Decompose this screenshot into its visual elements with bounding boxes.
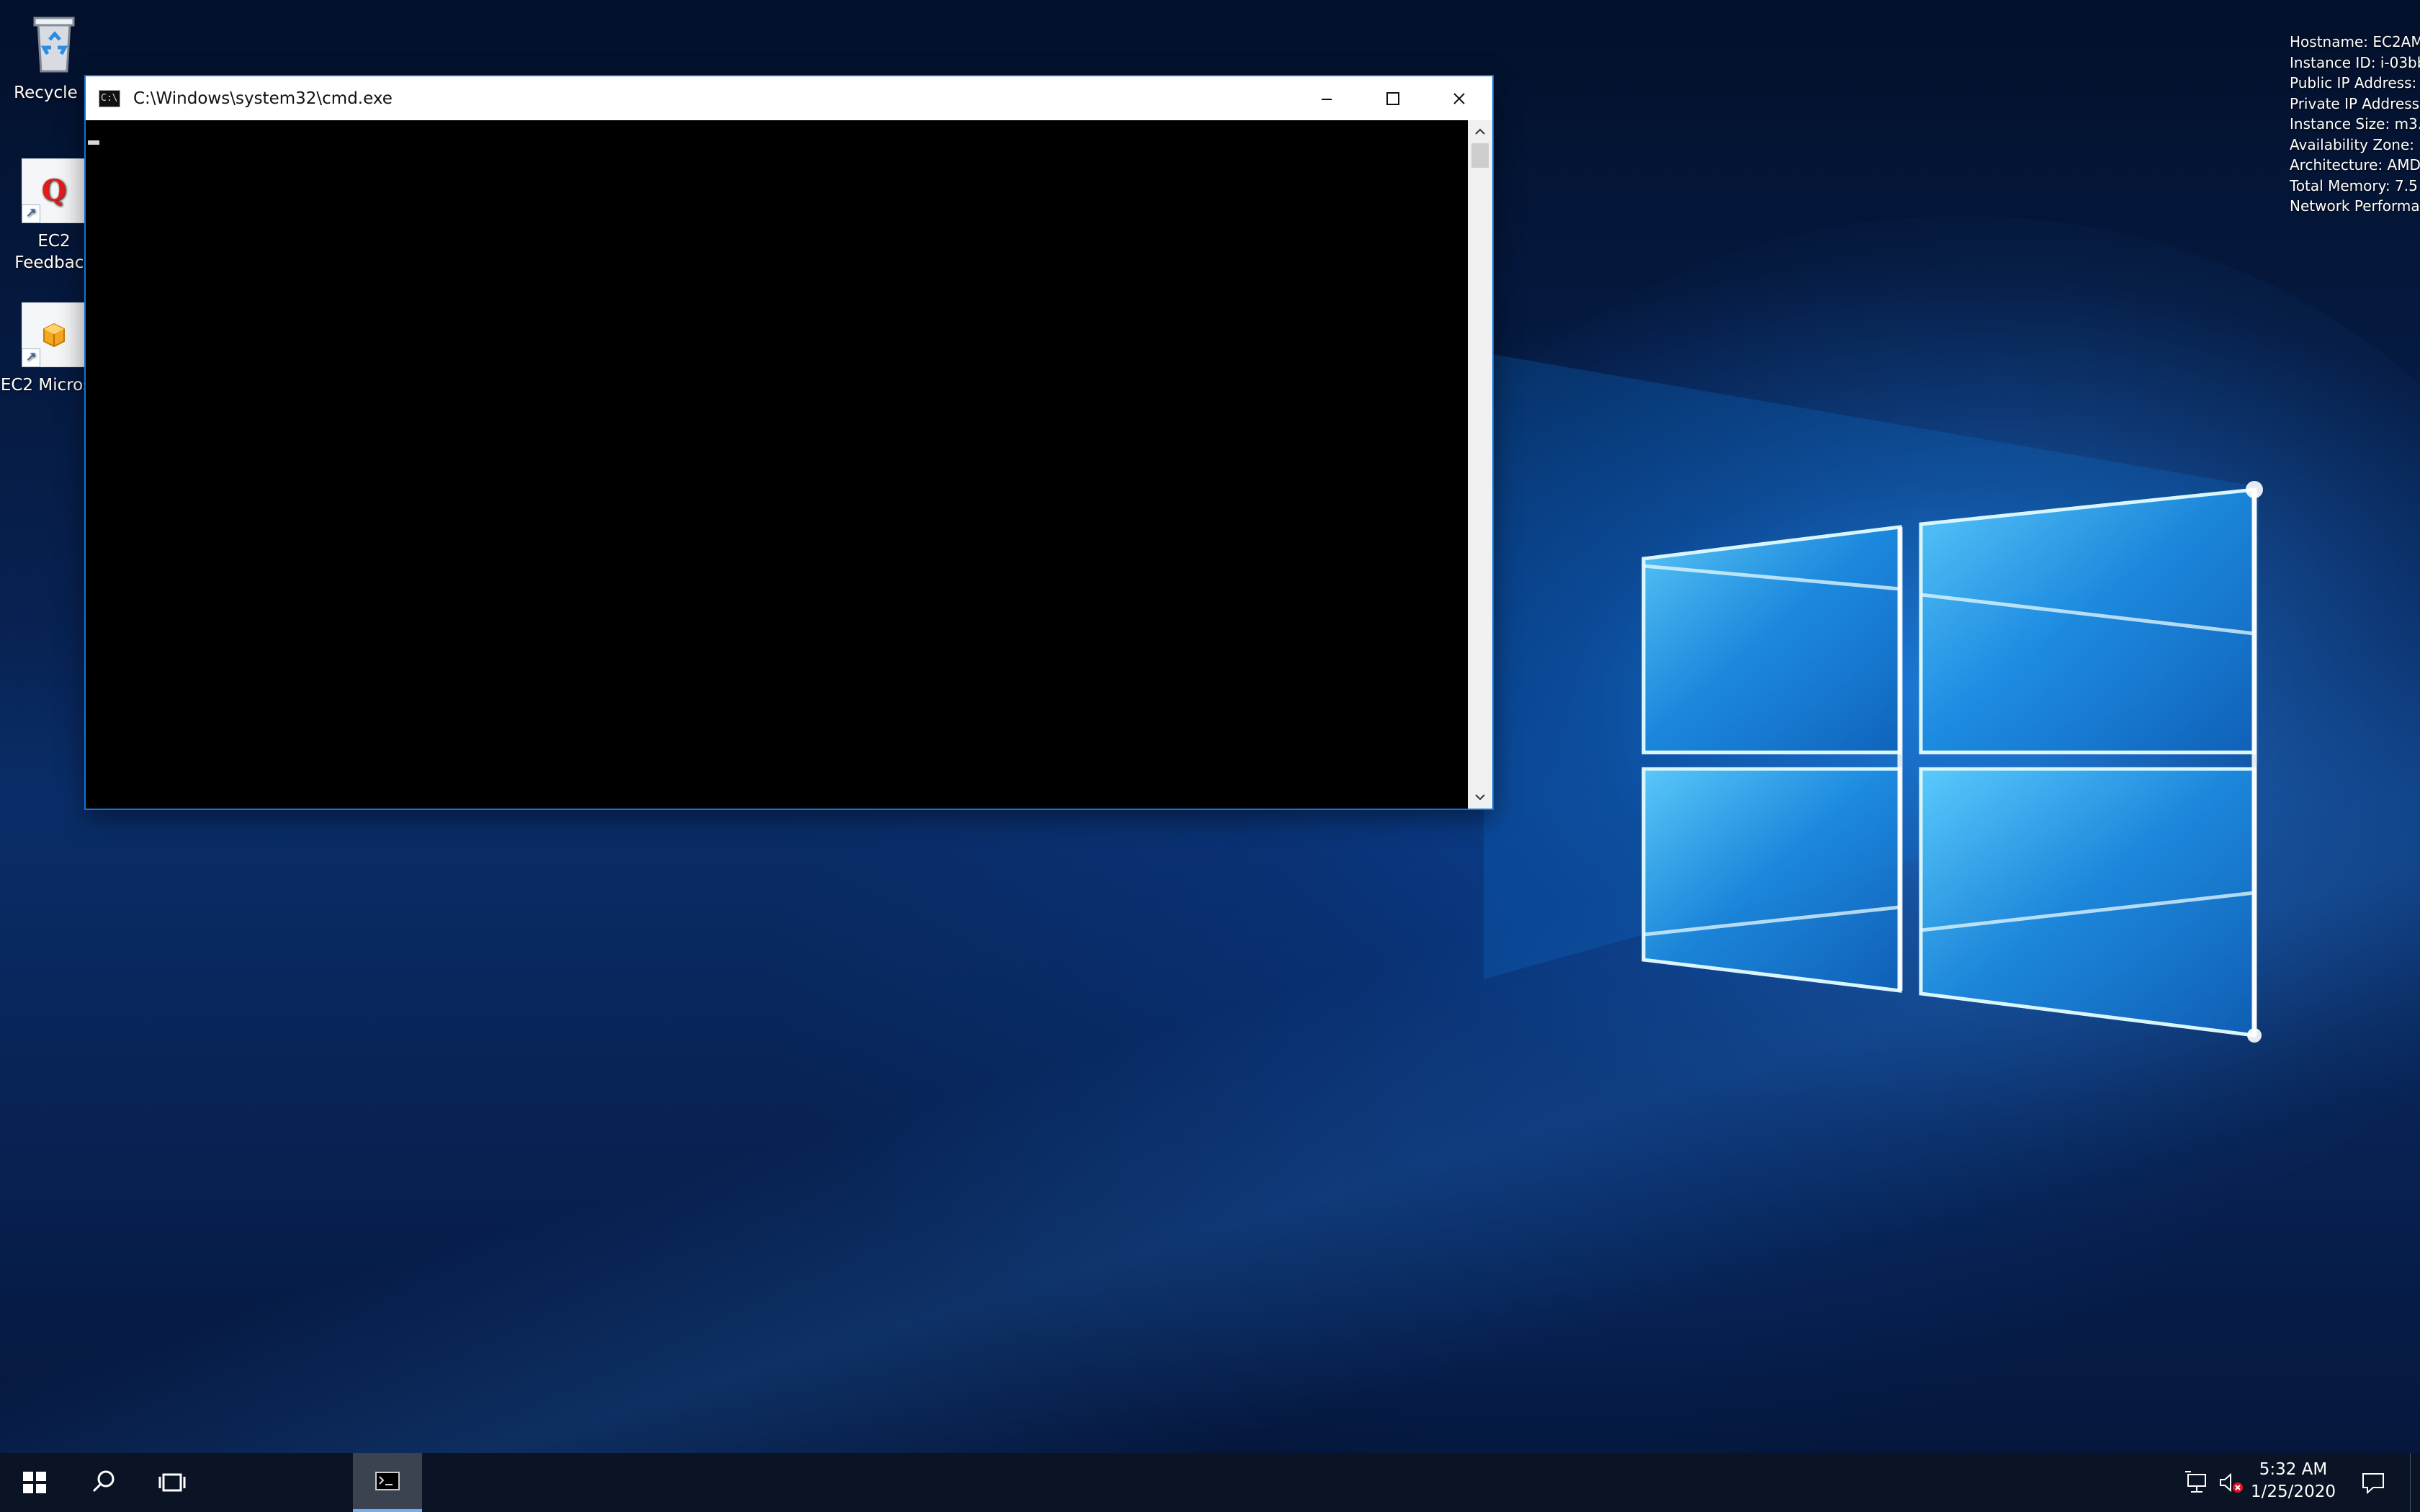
info-availability-zone: Availability Zone: u	[2290, 135, 2420, 153]
info-architecture: Architecture: AMD	[2290, 156, 2420, 174]
instance-info-panel: Hostname: EC2AM Instance ID: i-03bb Publ…	[2290, 32, 2420, 217]
info-total-memory: Total Memory: 7.5	[2290, 176, 2418, 194]
volume-muted-icon	[2220, 1472, 2243, 1493]
desktop-background: Recycle B Q ↗ EC2 Feedback ↗ EC2 Micros.…	[0, 0, 2420, 1453]
window-title: C:\Windows\system32\cmd.exe	[133, 89, 393, 108]
info-instance-size: Instance Size: m3.l	[2290, 115, 2420, 132]
clock-time: 5:32 AM	[2259, 1460, 2328, 1479]
volume-tray-button[interactable]	[2214, 1466, 2247, 1499]
cmd-taskbar-icon	[375, 1472, 400, 1490]
chevron-down-icon	[1475, 794, 1485, 801]
maximize-button[interactable]	[1360, 76, 1426, 120]
scroll-down-button[interactable]	[1468, 786, 1492, 809]
taskbar-clock[interactable]: 5:32 AM 1/25/2020	[2247, 1453, 2339, 1512]
info-network-performance: Network Performa	[2290, 197, 2420, 215]
minimize-button[interactable]	[1294, 76, 1360, 120]
info-instance-id: Instance ID: i-03bb	[2290, 53, 2420, 71]
q-glyph: Q	[41, 174, 67, 207]
clock-date: 1/25/2020	[2251, 1482, 2336, 1501]
info-hostname: Hostname: EC2AM	[2290, 33, 2420, 50]
taskbar: 5:32 AM 1/25/2020	[0, 1453, 2420, 1512]
search-button[interactable]	[69, 1453, 138, 1512]
shortcut-arrow-icon: ↗	[22, 348, 40, 367]
shortcut-arrow-icon: ↗	[22, 204, 40, 223]
info-public-ip: Public IP Address:	[2290, 74, 2417, 91]
cmd-window[interactable]: C:\ C:\Windows\system32\cmd.exe	[84, 75, 1494, 810]
cmd-icon: C:\	[99, 89, 120, 107]
notification-icon	[2362, 1473, 2384, 1495]
scroll-up-button[interactable]	[1468, 120, 1492, 143]
show-desktop-button[interactable]	[2410, 1453, 2420, 1512]
info-private-ip: Private IP Address:	[2290, 94, 2420, 112]
task-view-icon	[158, 1473, 186, 1492]
windows-start-icon	[23, 1472, 46, 1493]
scroll-thumb[interactable]	[1471, 143, 1489, 168]
network-icon	[2185, 1471, 2206, 1493]
cmd-titlebar[interactable]: C:\ C:\Windows\system32\cmd.exe	[86, 76, 1492, 120]
maximize-icon	[1386, 91, 1399, 105]
window-controls	[1294, 76, 1492, 120]
box-shortcut-icon: ↗	[22, 302, 86, 367]
close-icon	[1453, 92, 1465, 104]
chevron-up-icon	[1475, 128, 1485, 135]
search-icon	[92, 1470, 115, 1493]
text-cursor	[88, 140, 99, 145]
minimize-icon	[1322, 98, 1332, 100]
recycle-bin-icon	[22, 12, 86, 75]
notification-center-button[interactable]	[2355, 1453, 2391, 1512]
taskbar-cmd-button[interactable]	[353, 1453, 422, 1512]
task-view-button[interactable]	[138, 1453, 207, 1512]
q-shortcut-icon: Q ↗	[22, 158, 86, 223]
console-output-area[interactable]	[86, 120, 1468, 809]
start-button[interactable]	[0, 1453, 69, 1512]
network-tray-button[interactable]	[2181, 1466, 2214, 1499]
close-button[interactable]	[1426, 76, 1492, 120]
vertical-scrollbar[interactable]	[1468, 120, 1492, 809]
